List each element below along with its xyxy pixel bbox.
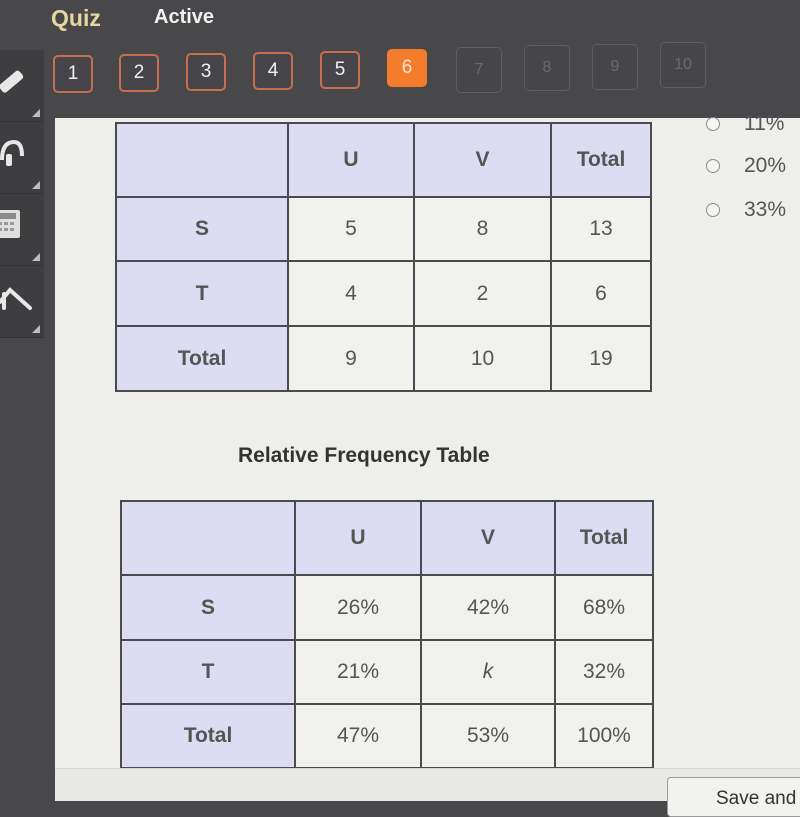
question-button-4[interactable]: 4 xyxy=(253,52,293,90)
relative-frequency-table: U V Total S 26% 42% 68% T 21% k 32% Tota… xyxy=(120,500,654,769)
table-cell: 53% xyxy=(420,703,556,769)
table-cell: 32% xyxy=(554,639,654,705)
column-header-total: Total xyxy=(554,500,654,576)
calculator-icon xyxy=(0,210,20,238)
question-button-6-current[interactable]: 6 xyxy=(387,49,427,87)
question-button-3[interactable]: 3 xyxy=(186,53,226,91)
radio-button[interactable] xyxy=(706,117,720,131)
row-header-total: Total xyxy=(115,325,289,392)
row-header-total: Total xyxy=(120,703,296,769)
expand-corner-icon xyxy=(32,325,40,333)
column-header-u: U xyxy=(294,500,422,576)
question-button-9: 9 xyxy=(592,44,638,90)
question-button-7: 7 xyxy=(456,47,502,93)
column-header-total: Total xyxy=(550,122,652,198)
table-row: T 21% k 32% xyxy=(120,639,654,705)
table-cell: 6 xyxy=(550,260,652,327)
table-corner-cell xyxy=(120,500,296,576)
table-cell: 19 xyxy=(550,325,652,392)
arrow-up-icon xyxy=(0,287,32,310)
table-cell: 100% xyxy=(554,703,654,769)
quiz-title: Quiz xyxy=(51,5,101,31)
answer-option[interactable]: 11% xyxy=(706,112,784,136)
headphones-icon xyxy=(0,139,24,166)
pencil-tool[interactable] xyxy=(0,50,44,122)
table-row: S 5 8 13 xyxy=(115,196,652,262)
answer-option[interactable]: 20% xyxy=(706,154,786,178)
pointer-tool[interactable] xyxy=(0,266,44,338)
expand-corner-icon xyxy=(32,253,40,261)
question-button-1[interactable]: 1 xyxy=(53,55,93,93)
column-header-u: U xyxy=(287,122,415,198)
table-cell: 68% xyxy=(554,574,654,641)
expand-corner-icon xyxy=(32,181,40,189)
relative-table-title: Relative Frequency Table xyxy=(238,444,490,467)
table-cell: 4 xyxy=(287,260,415,327)
question-button-5[interactable]: 5 xyxy=(320,51,360,89)
save-and-exit-button[interactable]: Save and xyxy=(667,777,800,817)
pencil-icon xyxy=(0,70,24,93)
table-cell: 10 xyxy=(413,325,552,392)
table-corner-cell xyxy=(115,122,289,198)
tool-sidebar xyxy=(0,50,46,345)
row-header-t: T xyxy=(115,260,289,327)
table-cell: 2 xyxy=(413,260,552,327)
table-cell: 42% xyxy=(420,574,556,641)
quiz-status: Active xyxy=(154,6,215,28)
answer-option-label: 33% xyxy=(744,198,787,221)
row-header-s: S xyxy=(115,196,289,262)
table-header-row: U V Total xyxy=(120,500,654,576)
question-button-2[interactable]: 2 xyxy=(119,54,159,92)
frequency-table: U V Total S 5 8 13 T 4 2 6 Total 9 10 19 xyxy=(115,122,652,392)
radio-button[interactable] xyxy=(706,203,720,217)
column-header-v: V xyxy=(420,500,556,576)
table-cell: 8 xyxy=(413,196,552,262)
question-button-10: 10 xyxy=(660,42,706,88)
answer-option-label: 11% xyxy=(744,112,785,135)
table-row: S 26% 42% 68% xyxy=(120,574,654,641)
row-header-s: S xyxy=(120,574,296,641)
table-row: Total 47% 53% 100% xyxy=(120,703,654,769)
table-header-row: U V Total xyxy=(115,122,652,198)
answer-option-label: 20% xyxy=(744,154,787,177)
table-cell: 9 xyxy=(287,325,415,392)
table-row: Total 9 10 19 xyxy=(115,325,652,392)
unknown-k-cell: k xyxy=(420,639,556,705)
expand-corner-icon xyxy=(32,109,40,117)
calculator-tool[interactable] xyxy=(0,194,44,266)
question-button-8: 8 xyxy=(524,45,570,91)
radio-button[interactable] xyxy=(706,159,720,173)
table-cell: 26% xyxy=(294,574,422,641)
top-bar: Quiz Active 1 2 3 4 5 6 7 8 9 10 xyxy=(0,0,800,118)
headphones-tool[interactable] xyxy=(0,122,44,194)
column-header-v: V xyxy=(413,122,552,198)
table-cell: 13 xyxy=(550,196,652,262)
answer-option[interactable]: 33% xyxy=(706,198,786,222)
row-header-t: T xyxy=(120,639,296,705)
table-cell: 5 xyxy=(287,196,415,262)
table-cell: 21% xyxy=(294,639,422,705)
table-cell: 47% xyxy=(294,703,422,769)
table-row: T 4 2 6 xyxy=(115,260,652,327)
